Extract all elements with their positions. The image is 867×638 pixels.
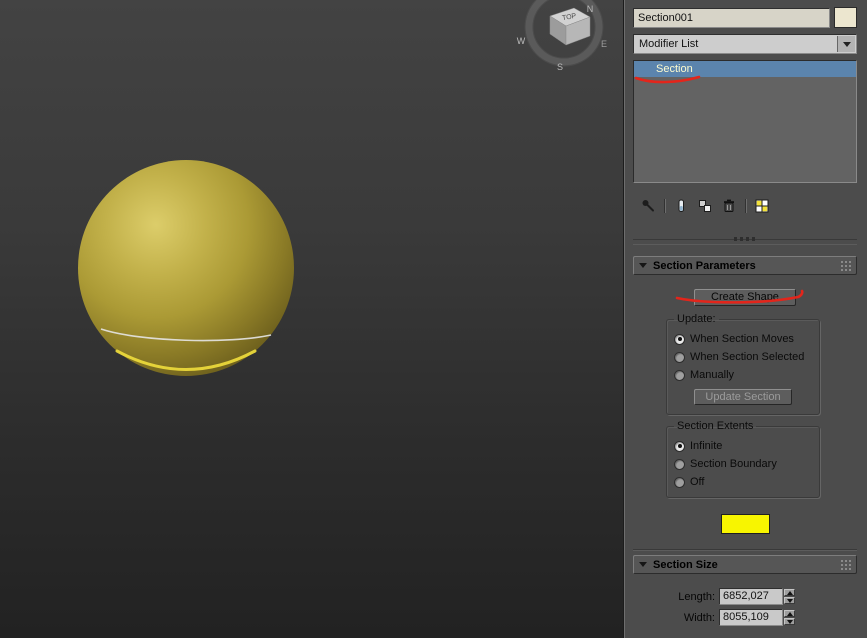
radio-when-section-moves[interactable]: When Section Moves [674,333,812,345]
3dsmax-window: N E S W TOP Section001 Modifier List Sec… [0,0,867,638]
configure-modifier-sets-icon[interactable] [754,198,770,214]
spinner-down-icon [786,598,793,603]
divider-grip[interactable] [734,237,756,241]
radio-label: Infinite [690,440,723,452]
section-extents-legend: Section Extents [677,420,754,432]
spinner-down-icon [786,619,793,624]
create-shape-button[interactable]: Create Shape [694,289,796,306]
chevron-down-icon [842,41,851,47]
radio-label: Manually [690,369,735,381]
modifier-stack-toolbar [633,196,857,216]
radio-unselected-icon [674,458,685,470]
compass-south-label[interactable]: S [557,62,563,72]
section-extents-group: Section Extents Infinite Section Boundar… [666,420,820,498]
length-row: Length: 6852,027 [633,588,857,605]
spinner-up-icon [786,590,793,595]
width-input[interactable]: 8055,109 [719,609,783,626]
rollout-header-section-size[interactable]: Section Size [633,555,857,574]
rollout-header-section-parameters[interactable]: Section Parameters [633,256,857,275]
show-end-result-icon[interactable] [673,198,689,214]
width-row: Width: 8055,109 [633,609,857,626]
rollout-separator [633,549,857,550]
viewcube[interactable]: N E S W TOP [498,0,628,80]
compass-west-label[interactable]: W [517,36,526,46]
toolbar-separator [745,199,746,213]
radio-unselected-icon [674,351,685,363]
rollout-open-arrow-icon [639,263,647,268]
spinner-down-button[interactable] [784,597,795,604]
modifier-stack-item-section[interactable]: Section [634,61,856,77]
sphere-object[interactable] [60,145,320,395]
update-group-legend: Update: [677,313,716,325]
modifier-list-dropdown[interactable]: Modifier List [633,34,857,54]
rollout-open-arrow-icon [639,562,647,567]
update-group: Update: When Section Moves When Section … [666,313,820,415]
length-spinner [784,589,795,604]
radio-selected-icon [674,440,685,452]
command-panel: Section001 Modifier List Section Section… [624,0,867,638]
object-name-row: Section001 [633,7,857,28]
spinner-up-button[interactable] [784,610,795,617]
width-label: Width: [683,611,715,624]
toolbar-separator [664,199,665,213]
radio-label: When Section Selected [690,351,805,363]
rollout-title: Section Size [653,558,718,571]
sphere-body [78,160,294,376]
modifier-list-label: Modifier List [639,38,699,50]
length-label: Length: [678,590,715,603]
spinner-up-button[interactable] [784,589,795,596]
panel-divider [633,237,857,244]
radio-when-section-selected[interactable]: When Section Selected [674,351,812,363]
radio-unselected-icon [674,476,685,488]
rollout-title: Section Parameters [653,259,756,272]
radio-unselected-icon [674,369,685,381]
dropdown-button[interactable] [837,36,855,52]
spinner-down-button[interactable] [784,618,795,625]
radio-label: Off [690,476,705,488]
radio-infinite[interactable]: Infinite [674,440,812,452]
rollout-grip-icon[interactable] [840,559,853,570]
section-color-swatch[interactable] [720,514,770,534]
radio-manually[interactable]: Manually [674,369,812,381]
rollout-grip-icon[interactable] [840,260,853,271]
radio-section-boundary[interactable]: Section Boundary [674,458,812,470]
viewport[interactable]: N E S W TOP [0,0,624,638]
radio-label: When Section Moves [690,333,794,345]
update-section-button[interactable]: Update Section [694,389,792,405]
radio-selected-icon [674,333,685,345]
radio-label: Section Boundary [690,458,777,470]
radio-off[interactable]: Off [674,476,812,488]
length-input[interactable]: 6852,027 [719,588,783,605]
object-color-swatch[interactable] [834,7,857,28]
width-spinner [784,610,795,625]
remove-modifier-icon[interactable] [721,198,737,214]
object-name-field[interactable]: Section001 [633,7,830,28]
modifier-stack[interactable]: Section [633,60,857,183]
compass-north-label[interactable]: N [587,4,594,14]
compass-east-label[interactable]: E [601,39,607,49]
pin-stack-icon[interactable] [640,198,656,214]
make-unique-icon[interactable] [697,198,713,214]
spinner-up-icon [786,611,793,616]
